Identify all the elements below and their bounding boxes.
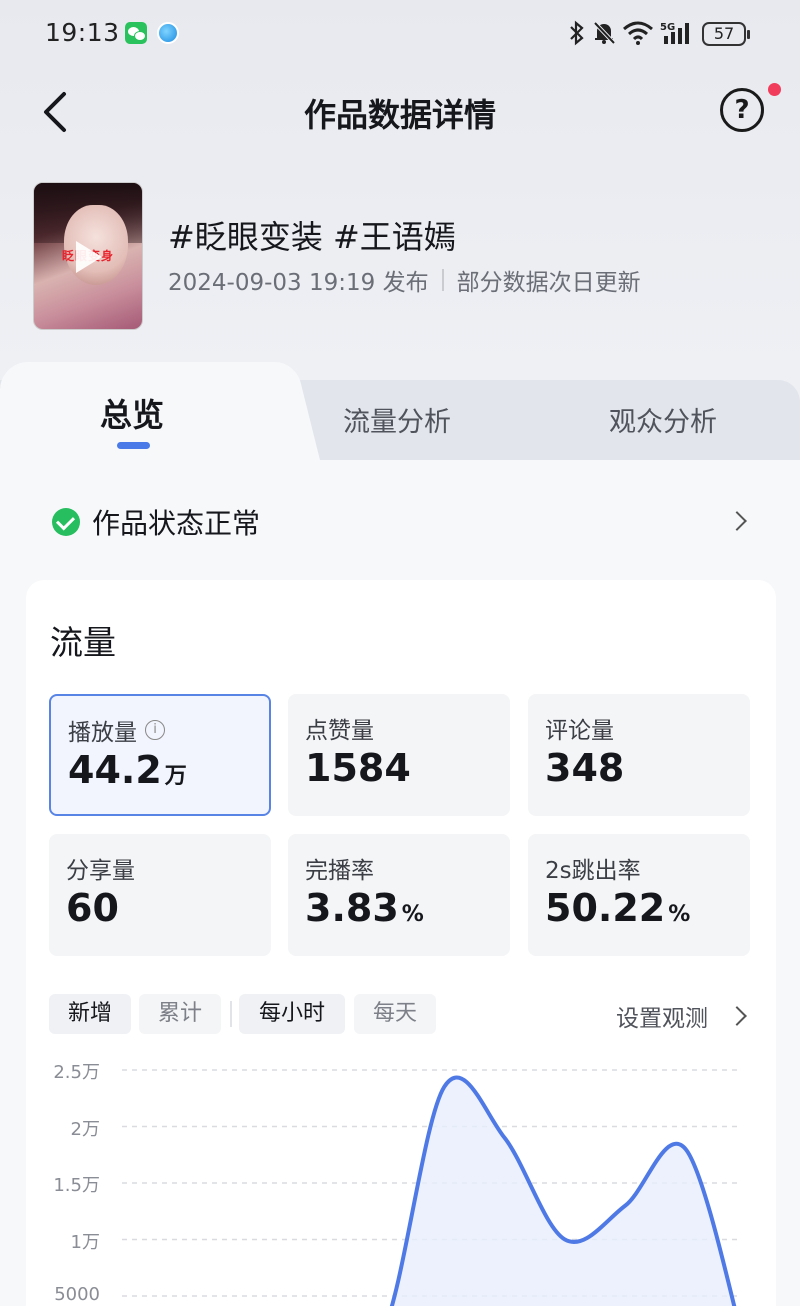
chart-area xyxy=(122,1069,742,1306)
metric-label: 2s跳出率 xyxy=(545,858,641,884)
work-status-text: 作品状态正常 xyxy=(92,507,261,540)
metric-completion-rate[interactable]: 完播率 3.83% xyxy=(288,834,510,956)
tab-audience-analysis[interactable]: 观众分析 xyxy=(609,400,717,439)
metric-likes[interactable]: 点赞量 1584 xyxy=(288,694,510,816)
metric-value: 3.83 xyxy=(305,886,399,930)
battery-icon: 57 xyxy=(702,22,750,46)
signal-5g-icon: 5G xyxy=(660,22,689,44)
metric-value: 60 xyxy=(66,886,119,930)
metric-value: 50.22 xyxy=(545,886,666,930)
metric-value: 44.2 xyxy=(68,748,162,792)
play-icon[interactable] xyxy=(76,241,102,273)
metric-unit: % xyxy=(668,902,691,927)
tab-active-indicator xyxy=(117,442,150,449)
toggle-cumulative[interactable]: 累计 xyxy=(139,994,221,1034)
toggle-new[interactable]: 新增 xyxy=(49,994,131,1034)
svg-text:5G: 5G xyxy=(660,22,675,33)
metric-label: 点赞量 xyxy=(305,718,374,744)
video-title: #眨眼变装 #王语嫣 xyxy=(168,218,456,256)
publish-time: 2024-09-03 19:19 发布 xyxy=(168,270,429,296)
metric-unit: % xyxy=(401,902,424,927)
tab-traffic-analysis[interactable]: 流量分析 xyxy=(343,400,451,439)
metric-plays[interactable]: 播放量 i 44.2 万 xyxy=(49,694,271,816)
update-note: 部分数据次日更新 xyxy=(456,270,641,296)
metric-value: 1584 xyxy=(305,746,411,790)
y-tick-label: 1.5万 xyxy=(53,1175,100,1196)
mute-bell-icon xyxy=(593,21,616,45)
metric-label: 评论量 xyxy=(545,718,614,744)
metric-unit: 万 xyxy=(164,764,187,789)
metric-comments[interactable]: 评论量 348 xyxy=(528,694,750,816)
metric-2s-bounce-rate[interactable]: 2s跳出率 50.22% xyxy=(528,834,750,956)
chevron-right-icon[interactable] xyxy=(727,1006,747,1026)
status-bar: 19:13 5G 57 xyxy=(0,0,800,66)
meta-divider xyxy=(441,269,444,291)
page-title: 作品数据详情 xyxy=(303,96,496,134)
metric-value: 348 xyxy=(545,746,625,790)
y-tick-label: 2万 xyxy=(70,1118,100,1140)
y-tick-label: 2.5万 xyxy=(53,1062,100,1083)
y-tick-label: 5000 xyxy=(54,1284,100,1305)
status-time: 19:13 xyxy=(45,18,120,47)
notification-dot xyxy=(768,83,781,96)
y-tick-label: 1万 xyxy=(70,1231,100,1253)
set-observation-link[interactable]: 设置观测 xyxy=(616,999,708,1033)
metric-label: 播放量 xyxy=(68,720,137,746)
wifi-icon xyxy=(623,21,653,45)
browser-icon xyxy=(157,22,179,44)
video-meta: 2024-09-03 19:19 发布 部分数据次日更新 xyxy=(168,263,641,297)
bluetooth-icon xyxy=(570,20,584,46)
metric-shares[interactable]: 分享量 60 xyxy=(49,834,271,956)
wechat-icon xyxy=(125,22,147,44)
metric-label: 分享量 xyxy=(66,858,135,884)
tab-overview[interactable]: 总览 xyxy=(100,390,164,436)
toggle-daily[interactable]: 每天 xyxy=(354,994,436,1034)
traffic-card: 流量 播放量 i 44.2 万 点赞量 1584 评论量 348 分享量 60 完… xyxy=(26,580,776,1306)
info-icon[interactable]: i xyxy=(145,720,165,740)
help-icon[interactable]: ? xyxy=(720,88,764,132)
check-circle-icon xyxy=(52,508,80,536)
chevron-right-icon xyxy=(727,511,747,531)
toggle-divider xyxy=(230,1001,232,1027)
card-title: 流量 xyxy=(50,623,116,662)
toggle-hourly[interactable]: 每小时 xyxy=(239,994,345,1034)
metric-label: 完播率 xyxy=(305,858,374,884)
set-observation-label: 设置观测 xyxy=(616,1006,708,1032)
series-area xyxy=(391,1077,735,1306)
work-status-row[interactable]: 作品状态正常 xyxy=(30,490,770,550)
video-thumbnail[interactable]: 眨眼变身 xyxy=(33,182,143,330)
